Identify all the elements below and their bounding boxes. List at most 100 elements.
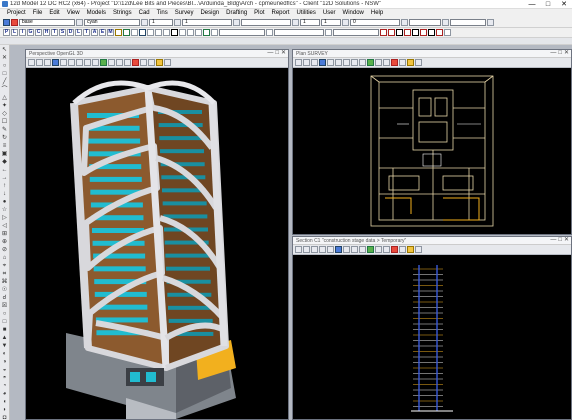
letter-g-button[interactable]: G xyxy=(27,29,34,36)
red-1-icon[interactable] xyxy=(380,29,387,36)
half-circle-4-tool-icon[interactable]: ◓ xyxy=(1,375,8,381)
letter-a-button[interactable]: A xyxy=(91,29,98,36)
grid-plus-tool-icon[interactable]: ⊞ xyxy=(1,231,8,237)
field-9[interactable] xyxy=(450,19,486,26)
target-tool-icon[interactable]: ⌖ xyxy=(1,263,8,269)
section-zoom-out-icon[interactable] xyxy=(335,246,342,253)
black-1-icon[interactable] xyxy=(396,29,403,36)
cross-tool-icon[interactable]: ✕ xyxy=(1,55,8,61)
inverse-bullet-tool-icon[interactable]: ◘ xyxy=(1,415,8,420)
plan-maximize-button[interactable]: □ xyxy=(558,50,562,57)
quarter-circle-2-tool-icon[interactable]: ◕ xyxy=(1,391,8,397)
arc-tool-icon[interactable]: ⌒ xyxy=(1,87,8,93)
half-circle-2-tool-icon[interactable]: ◑ xyxy=(1,359,8,365)
lines-tool-icon[interactable]: ≡ xyxy=(1,143,8,149)
layers-icon[interactable] xyxy=(195,29,202,36)
letter-t-button[interactable]: T xyxy=(51,29,58,36)
plan-zoom-out-icon[interactable] xyxy=(319,59,326,66)
rotate-tool-icon[interactable]: ↻ xyxy=(1,135,8,141)
triangle-tool-icon[interactable]: △ xyxy=(1,95,8,101)
model-icon[interactable] xyxy=(3,19,10,26)
perspective-title-bar[interactable]: Perspective OpenGL 3D — □ ✕ xyxy=(26,50,288,58)
plan-models-icon[interactable] xyxy=(375,59,382,66)
view-menu-icon[interactable] xyxy=(164,59,171,66)
angle-icon[interactable] xyxy=(401,19,408,26)
dropdown-icon[interactable] xyxy=(325,29,332,36)
letter-p-button[interactable]: P xyxy=(3,29,10,36)
letter-h-button[interactable]: H xyxy=(43,29,50,36)
letter-e-button[interactable]: E xyxy=(99,29,106,36)
letter-c-button[interactable]: C xyxy=(35,29,42,36)
plan-view[interactable] xyxy=(293,68,571,234)
section-title-bar[interactable]: Section C1 "construction stage data > Te… xyxy=(293,237,571,245)
section-star-icon[interactable] xyxy=(407,246,414,253)
view-left-icon[interactable] xyxy=(68,59,75,66)
star-outline-tool-icon[interactable]: ☆ xyxy=(1,207,8,213)
line-icon[interactable] xyxy=(141,19,148,26)
letter-i-button[interactable]: I xyxy=(19,29,26,36)
section-close-button[interactable]: ✕ xyxy=(564,237,569,244)
close-button[interactable]: ✕ xyxy=(556,0,572,9)
menu-window[interactable]: Window xyxy=(343,9,364,18)
down-arrow-tool-icon[interactable]: ↓ xyxy=(1,191,8,197)
minimize-button[interactable]: — xyxy=(524,0,540,9)
menu-survey[interactable]: Survey xyxy=(175,9,194,18)
view-models-icon[interactable] xyxy=(108,59,115,66)
view-print-icon[interactable] xyxy=(140,59,147,66)
black-square-icon[interactable] xyxy=(171,29,178,36)
justify-icon[interactable] xyxy=(442,19,449,26)
view-settings-icon[interactable] xyxy=(124,59,131,66)
filled-square-tool-icon[interactable]: ■ xyxy=(1,327,8,333)
up-tri-tool-icon[interactable]: ▲ xyxy=(1,335,8,341)
section-menu-icon[interactable] xyxy=(415,246,422,253)
dot-tool-icon[interactable]: ● xyxy=(1,199,8,205)
frame-tool-icon[interactable]: ⌗ xyxy=(1,271,8,277)
circle-plus-tool-icon[interactable]: ⊕ xyxy=(1,239,8,245)
play-right-tool-icon[interactable]: ▷ xyxy=(1,215,8,221)
left-arrow-tool-icon[interactable]: ← xyxy=(1,167,8,173)
plan-right-icon[interactable] xyxy=(343,59,350,66)
view-up-icon[interactable] xyxy=(84,59,91,66)
light-icon[interactable] xyxy=(115,29,122,36)
view-fit-icon[interactable] xyxy=(36,59,43,66)
ballot-tool-icon[interactable]: ☒ xyxy=(1,303,8,309)
menu-edit[interactable]: Edit xyxy=(49,9,59,18)
field-5[interactable]: 1 xyxy=(300,19,320,26)
black-2-icon[interactable] xyxy=(412,29,419,36)
menu-project[interactable]: Project xyxy=(7,9,26,18)
perspective-minimize-button[interactable]: — xyxy=(267,50,273,57)
menu-strings[interactable]: Strings xyxy=(113,9,132,18)
camera-icon[interactable] xyxy=(187,29,194,36)
ring-tool-icon[interactable]: ○ xyxy=(1,311,8,317)
name-icon[interactable] xyxy=(11,19,18,26)
weight-icon[interactable] xyxy=(174,19,181,26)
red-3-icon[interactable] xyxy=(404,29,411,36)
plan-star-icon[interactable] xyxy=(407,59,414,66)
star-tool-icon[interactable]: ✦ xyxy=(1,103,8,109)
section-minimize-button[interactable]: — xyxy=(550,237,556,244)
half-circle-1-tool-icon[interactable]: ◐ xyxy=(1,351,8,357)
plan-minimize-button[interactable]: — xyxy=(550,50,556,57)
perspective-maximize-button[interactable]: □ xyxy=(275,50,279,57)
black-3-icon[interactable] xyxy=(428,29,435,36)
field-8[interactable] xyxy=(409,19,441,26)
string-icon[interactable] xyxy=(155,29,162,36)
letter-l2-button[interactable]: L xyxy=(75,29,82,36)
section-up-icon[interactable] xyxy=(351,246,358,253)
rect-tool-icon[interactable]: □ xyxy=(1,71,8,77)
section-zoom-in-icon[interactable] xyxy=(327,246,334,253)
command-tool-icon[interactable]: ⌘ xyxy=(1,279,8,285)
section-settings-icon[interactable] xyxy=(383,246,390,253)
field-4[interactable]: 1 xyxy=(182,19,232,26)
red-5-icon[interactable] xyxy=(436,29,443,36)
sun-tool-icon[interactable]: ☉ xyxy=(1,287,8,293)
snap-field-2[interactable] xyxy=(274,29,324,36)
section-down-icon[interactable] xyxy=(359,246,366,253)
field-7[interactable]: 0 xyxy=(350,19,400,26)
plan-print-icon[interactable] xyxy=(399,59,406,66)
letter-d-button[interactable]: D xyxy=(67,29,74,36)
line-tool-icon[interactable]: ╱ xyxy=(1,79,8,85)
view-refresh-icon[interactable] xyxy=(100,59,107,66)
section-refresh-icon[interactable] xyxy=(367,246,374,253)
view-export-icon[interactable] xyxy=(148,59,155,66)
